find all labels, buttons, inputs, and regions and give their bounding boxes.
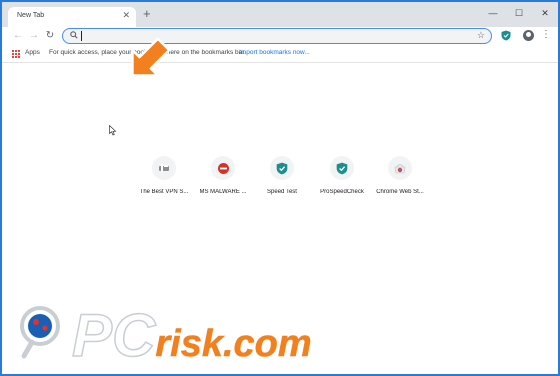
close-window-button[interactable]: ✕ — [532, 2, 558, 24]
search-icon — [70, 31, 78, 39]
tab-new-tab[interactable]: New Tab ✕ — [8, 7, 136, 27]
maximize-button[interactable]: ☐ — [506, 2, 532, 24]
no-entry-icon — [217, 162, 229, 174]
minimize-button[interactable]: — — [480, 2, 506, 24]
tab-strip: New Tab ✕ + — ☐ ✕ — [2, 2, 558, 27]
tile-label: ProSpeedCheck — [320, 189, 364, 195]
bookmarks-bar: Apps For quick access, place your bookma… — [2, 45, 558, 63]
shortcut-tile[interactable]: Speed Test — [250, 156, 314, 204]
text-caret — [81, 31, 82, 41]
toolbar: ← → ↻ ☆ ⋮ — [2, 27, 558, 45]
extension-shield-icon[interactable] — [501, 30, 511, 41]
mouse-pointer-icon — [109, 125, 117, 136]
webstore-icon — [394, 164, 406, 174]
shortcut-tile[interactable]: Chrome Web St... — [368, 156, 432, 204]
tab-title: New Tab — [17, 12, 45, 19]
menu-icon[interactable]: ⋮ — [541, 28, 551, 42]
bookmark-star-icon[interactable]: ☆ — [477, 30, 485, 41]
reload-button[interactable]: ↻ — [43, 29, 57, 43]
pcrisk-watermark: PCrisk.com — [20, 301, 312, 370]
vpn-icon — [159, 164, 169, 172]
apps-grid-icon[interactable] — [12, 50, 20, 58]
forward-button[interactable]: → — [27, 29, 41, 43]
shield-icon — [276, 162, 288, 174]
import-bookmarks-link[interactable]: Import bookmarks now... — [239, 49, 310, 56]
shortcut-tile[interactable]: The Best VPN S... — [132, 156, 196, 204]
watermark-text: PCrisk.com — [72, 302, 312, 369]
browser-window: New Tab ✕ + — ☐ ✕ ← → ↻ ☆ ⋮ Apps For qui… — [0, 0, 560, 376]
annotation-arrow-icon — [131, 37, 171, 77]
profile-avatar-icon[interactable] — [523, 30, 534, 41]
apps-shortcut[interactable]: Apps — [25, 49, 40, 56]
tile-label: The Best VPN S... — [139, 189, 189, 195]
tile-label: Chrome Web St... — [376, 189, 424, 195]
shield-icon — [336, 162, 348, 174]
tile-label: Speed Test — [267, 189, 297, 195]
tab-close-icon[interactable]: ✕ — [122, 10, 130, 21]
shortcut-tile[interactable]: ProSpeedCheck — [310, 156, 374, 204]
shortcut-tile[interactable]: MS MALWARE ... — [191, 156, 255, 204]
window-controls: — ☐ ✕ — [480, 2, 558, 24]
tile-label: MS MALWARE ... — [199, 189, 247, 195]
new-tab-button[interactable]: + — [143, 7, 151, 20]
back-button[interactable]: ← — [11, 29, 25, 43]
